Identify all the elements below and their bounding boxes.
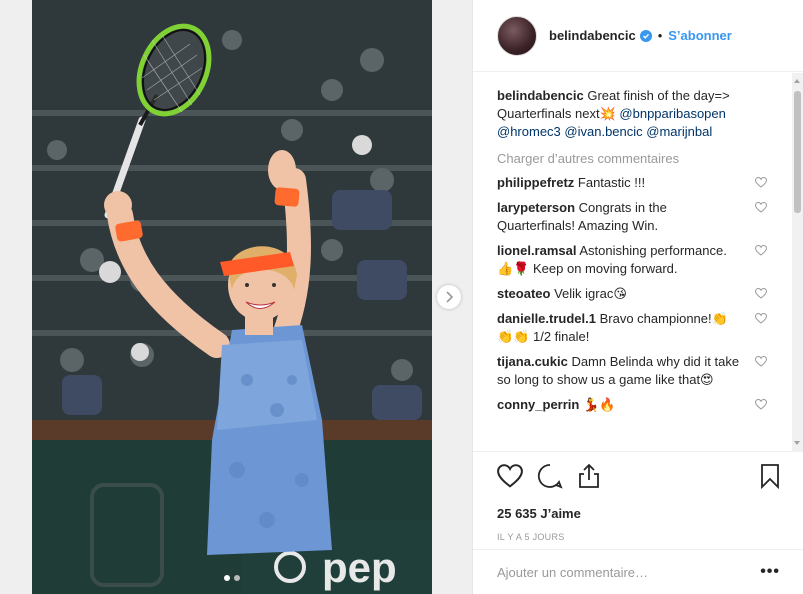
load-more-comments[interactable]: Charger d’autres commentaires <box>497 151 780 166</box>
caption-tag[interactable]: @bnpparibasopen <box>619 106 725 121</box>
tennis-player-photo: pep <box>32 0 432 594</box>
post-caption: belindabencic Great finish of the day=> … <box>497 87 757 141</box>
heart-icon[interactable] <box>755 288 767 299</box>
heart-icon[interactable] <box>755 313 767 324</box>
author-username[interactable]: belindabencic <box>549 28 636 43</box>
comment-username[interactable]: conny_perrin <box>497 397 579 412</box>
carousel-indicator <box>224 575 240 581</box>
heart-icon[interactable] <box>755 356 767 367</box>
follow-button[interactable]: S’abonner <box>668 28 732 43</box>
heart-icon[interactable] <box>497 464 523 488</box>
scroll-down-arrow-icon[interactable] <box>794 441 800 445</box>
caption-tag[interactable]: @ivan.bencic <box>564 124 642 139</box>
comment-item: conny_perrin 💃🔥 <box>497 396 767 414</box>
share-icon[interactable] <box>577 463 601 489</box>
comment-item: danielle.trudel.1 Bravo championne!👏 👏👏 … <box>497 310 767 346</box>
banner-text: pep <box>322 544 397 591</box>
comments-list: belindabencic Great finish of the day=> … <box>473 73 803 451</box>
scroll-thumb[interactable] <box>794 91 801 213</box>
comment-username[interactable]: lionel.ramsal <box>497 243 576 258</box>
heart-icon[interactable] <box>755 245 767 256</box>
comment-item: steoateo Velik igrac😘 <box>497 285 767 303</box>
next-image-button[interactable] <box>437 285 461 309</box>
more-options-icon[interactable]: ••• <box>760 563 780 581</box>
header-separator: • <box>657 28 663 43</box>
add-comment-bar: ••• <box>473 549 803 594</box>
caption-tag[interactable]: @hromec3 <box>497 124 561 139</box>
heart-icon[interactable] <box>755 202 767 213</box>
comment-item: philippefretz Fantastic !!! <box>497 174 767 192</box>
bookmark-icon[interactable] <box>760 463 780 489</box>
comment-username[interactable]: danielle.trudel.1 <box>497 311 596 326</box>
caption-username[interactable]: belindabencic <box>497 88 584 103</box>
comment-username[interactable]: philippefretz <box>497 175 574 190</box>
post-timestamp[interactable]: IL Y A 5 JOURS <box>497 532 780 542</box>
comment-text: Fantastic !!! <box>577 175 646 190</box>
post-photo[interactable]: pep <box>32 0 432 594</box>
comment-text: 💃🔥 <box>582 397 616 412</box>
caption-tag[interactable]: @marijnbal <box>646 124 712 139</box>
likes-count[interactable]: 25 635 J’aime <box>497 506 780 521</box>
avatar[interactable] <box>497 15 537 56</box>
scroll-up-arrow-icon[interactable] <box>794 79 800 83</box>
comment-item: tijana.cukic Damn Belinda why did it tak… <box>497 353 767 389</box>
comment-username[interactable]: steoateo <box>497 286 550 301</box>
post-header: belindabencic • S’abonner <box>473 0 803 72</box>
heart-icon[interactable] <box>755 399 767 410</box>
post-actions: 25 635 J’aime IL Y A 5 JOURS <box>473 451 803 542</box>
comments-scrollbar[interactable] <box>792 73 803 451</box>
comment-text: Velik igrac😘 <box>554 286 627 301</box>
comment-item: larypeterson Congrats in the Quarterfina… <box>497 199 767 235</box>
comment-item: lionel.ramsal Astonishing performance. 👍… <box>497 242 767 278</box>
comment-input[interactable] <box>497 564 761 580</box>
post-side-panel: belindabencic • S’abonner belindabencic … <box>472 0 803 594</box>
verified-badge-icon <box>639 29 652 42</box>
carousel-dot <box>234 575 240 581</box>
comment-username[interactable]: tijana.cukic <box>497 354 568 369</box>
heart-icon[interactable] <box>755 177 767 188</box>
chevron-right-icon <box>446 291 454 303</box>
media-panel: pep <box>0 0 472 594</box>
comment-icon[interactable] <box>537 463 563 489</box>
carousel-dot-active <box>224 575 230 581</box>
comment-username[interactable]: larypeterson <box>497 200 575 215</box>
action-bar <box>497 462 780 490</box>
